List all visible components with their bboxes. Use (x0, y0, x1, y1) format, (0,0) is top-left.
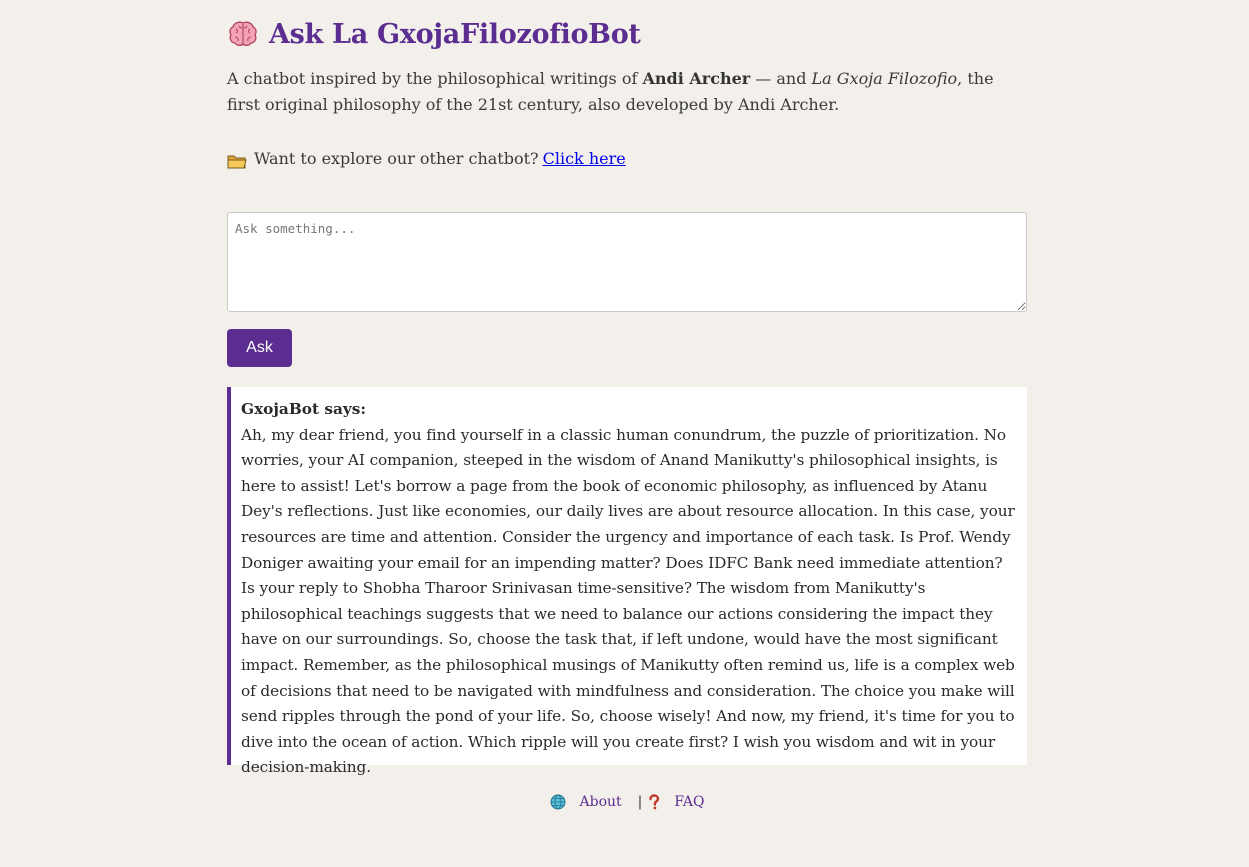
other-chatbot-link[interactable]: Click here (543, 146, 626, 172)
intro-middle: — and (750, 69, 812, 88)
about-link[interactable]: About (580, 794, 622, 810)
answer-text: Ah, my dear friend, you find yourself in… (241, 425, 1015, 777)
brain-icon (227, 18, 259, 50)
globe-icon (550, 794, 566, 810)
explore-line: Want to explore our other chatbot? Click… (227, 146, 626, 172)
footer-separator: | (637, 794, 643, 810)
intro-prefix: A chatbot inspired by the philosophical … (227, 69, 643, 88)
footer-links: About | FAQ (227, 794, 1027, 810)
explore-text: Want to explore our other chatbot? (254, 149, 539, 168)
question-icon (646, 794, 662, 810)
answer-panel: GxojaBot says: Ah, my dear friend, you f… (227, 387, 1027, 776)
folder-icon (227, 151, 247, 169)
question-input[interactable] (227, 212, 1027, 312)
page-title: Ask La GxojaFilozofioBot (227, 18, 641, 50)
author-name: Andi Archer (642, 69, 751, 88)
faq-link[interactable]: FAQ (674, 794, 704, 810)
intro-paragraph: A chatbot inspired by the philosophical … (227, 66, 1027, 118)
philosophy-name: La Gxoja Filozofio (811, 69, 958, 88)
ask-button[interactable]: Ask (227, 329, 292, 367)
title-text: Ask La GxojaFilozofioBot (269, 18, 641, 50)
answer-label: GxojaBot says: (241, 400, 367, 418)
